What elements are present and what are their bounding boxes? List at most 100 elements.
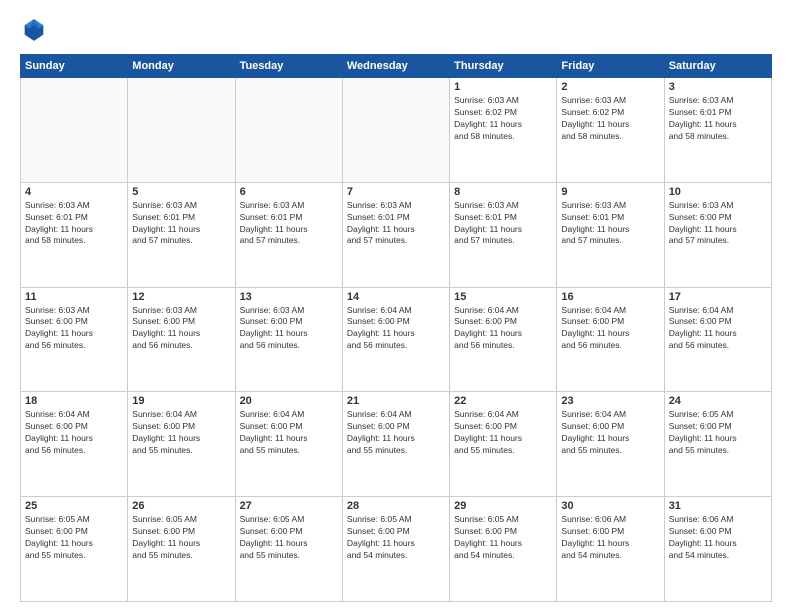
day-number: 1 — [454, 81, 552, 93]
day-cell: 16 Sunrise: 6:04 AMSunset: 6:00 PMDayligh… — [557, 287, 664, 392]
calendar-table: SundayMondayTuesdayWednesdayThursdayFrid… — [20, 54, 772, 602]
day-cell: 4Sunrise: 6:03 AMSunset: 6:01 PMDaylight… — [21, 182, 128, 287]
day-number: 5 — [132, 186, 230, 198]
day-cell: 14Sunrise: 6:04 AMSunset: 6:00 PMDayligh… — [342, 287, 449, 392]
day-info: Sunrise: 6:04 AMSunset: 6:00 PMDaylight:… — [669, 305, 767, 353]
day-number: 8 — [454, 186, 552, 198]
day-info: Sunrise: 6:05 AMSunset: 6:00 PMDaylight:… — [454, 514, 552, 562]
day-cell: 25 Sunrise: 6:05 AMSunset: 6:00 PMDayligh… — [21, 497, 128, 602]
weekday-header-tuesday: Tuesday — [235, 55, 342, 78]
day-cell: 31 Sunrise: 6:06 AMSunset: 6:00 PMDayligh… — [664, 497, 771, 602]
week-row-2: 4Sunrise: 6:03 AMSunset: 6:01 PMDaylight… — [21, 182, 772, 287]
day-info: Sunrise: 6:04 AMSunset: 6:00 PMDaylight:… — [454, 305, 552, 353]
day-cell: 1 Sunrise: 6:03 AMSunset: 6:02 PMDaylight… — [450, 78, 557, 183]
day-info: Sunrise: 6:05 AMSunset: 6:00 PMDaylight:… — [669, 409, 767, 457]
day-number: 31 — [669, 500, 767, 512]
day-info: Sunrise: 6:03 AMSunset: 6:00 PMDaylight:… — [240, 305, 338, 353]
day-info: Sunrise: 6:03 AMSunset: 6:00 PMDaylight:… — [669, 200, 767, 248]
day-info: Sunrise: 6:05 AMSunset: 6:00 PMDaylight:… — [240, 514, 338, 562]
day-cell: 9 Sunrise: 6:03 AMSunset: 6:01 PMDaylight… — [557, 182, 664, 287]
day-info: Sunrise: 6:05 AMSunset: 6:00 PMDaylight:… — [132, 514, 230, 562]
day-cell: 30Sunrise: 6:06 AMSunset: 6:00 PMDayligh… — [557, 497, 664, 602]
weekday-header-friday: Friday — [557, 55, 664, 78]
day-cell: 12 Sunrise: 6:03 AMSunset: 6:00 PMDayligh… — [128, 287, 235, 392]
day-info: Sunrise: 6:03 AMSunset: 6:00 PMDaylight:… — [25, 305, 123, 353]
day-number: 27 — [240, 500, 338, 512]
day-number: 23 — [561, 395, 659, 407]
day-info: Sunrise: 6:03 AMSunset: 6:00 PMDaylight:… — [132, 305, 230, 353]
logo — [20, 16, 52, 44]
day-number: 6 — [240, 186, 338, 198]
day-cell: 24 Sunrise: 6:05 AMSunset: 6:00 PMDayligh… — [664, 392, 771, 497]
day-cell: 22Sunrise: 6:04 AMSunset: 6:00 PMDayligh… — [450, 392, 557, 497]
day-cell — [342, 78, 449, 183]
day-info: Sunrise: 6:04 AMSunset: 6:00 PMDaylight:… — [132, 409, 230, 457]
day-cell: 28 Sunrise: 6:05 AMSunset: 6:00 PMDayligh… — [342, 497, 449, 602]
day-cell: 13 Sunrise: 6:03 AMSunset: 6:00 PMDayligh… — [235, 287, 342, 392]
day-cell: 20 Sunrise: 6:04 AMSunset: 6:00 PMDayligh… — [235, 392, 342, 497]
day-cell: 17 Sunrise: 6:04 AMSunset: 6:00 PMDayligh… — [664, 287, 771, 392]
day-cell: 7Sunrise: 6:03 AMSunset: 6:01 PMDaylight… — [342, 182, 449, 287]
day-number: 28 — [347, 500, 445, 512]
day-number: 19 — [132, 395, 230, 407]
day-cell: 5 Sunrise: 6:03 AMSunset: 6:01 PMDaylight… — [128, 182, 235, 287]
day-number: 16 — [561, 291, 659, 303]
day-info: Sunrise: 6:03 AMSunset: 6:01 PMDaylight:… — [347, 200, 445, 248]
weekday-header-sunday: Sunday — [21, 55, 128, 78]
day-info: Sunrise: 6:03 AMSunset: 6:01 PMDaylight:… — [240, 200, 338, 248]
day-number: 10 — [669, 186, 767, 198]
week-row-3: 11 Sunrise: 6:03 AMSunset: 6:00 PMDayligh… — [21, 287, 772, 392]
day-cell: 3Sunrise: 6:03 AMSunset: 6:01 PMDaylight… — [664, 78, 771, 183]
day-number: 9 — [561, 186, 659, 198]
day-cell — [21, 78, 128, 183]
day-info: Sunrise: 6:05 AMSunset: 6:00 PMDaylight:… — [347, 514, 445, 562]
day-cell: 27 Sunrise: 6:05 AMSunset: 6:00 PMDayligh… — [235, 497, 342, 602]
day-info: Sunrise: 6:05 AMSunset: 6:00 PMDaylight:… — [25, 514, 123, 562]
weekday-header-thursday: Thursday — [450, 55, 557, 78]
day-number: 2 — [561, 81, 659, 93]
weekday-header-wednesday: Wednesday — [342, 55, 449, 78]
day-info: Sunrise: 6:03 AMSunset: 6:01 PMDaylight:… — [669, 95, 767, 143]
day-cell: 19 Sunrise: 6:04 AMSunset: 6:00 PMDayligh… — [128, 392, 235, 497]
day-info: Sunrise: 6:03 AMSunset: 6:02 PMDaylight:… — [454, 95, 552, 143]
day-cell: 21 Sunrise: 6:04 AMSunset: 6:00 PMDayligh… — [342, 392, 449, 497]
header — [20, 16, 772, 44]
day-number: 13 — [240, 291, 338, 303]
week-row-1: 1 Sunrise: 6:03 AMSunset: 6:02 PMDaylight… — [21, 78, 772, 183]
day-cell: 6 Sunrise: 6:03 AMSunset: 6:01 PMDaylight… — [235, 182, 342, 287]
day-info: Sunrise: 6:03 AMSunset: 6:02 PMDaylight:… — [561, 95, 659, 143]
day-cell: 11 Sunrise: 6:03 AMSunset: 6:00 PMDayligh… — [21, 287, 128, 392]
day-number: 12 — [132, 291, 230, 303]
day-cell: 29Sunrise: 6:05 AMSunset: 6:00 PMDayligh… — [450, 497, 557, 602]
weekday-header-saturday: Saturday — [664, 55, 771, 78]
weekday-header-row: SundayMondayTuesdayWednesdayThursdayFrid… — [21, 55, 772, 78]
day-number: 11 — [25, 291, 123, 303]
day-cell — [128, 78, 235, 183]
week-row-4: 18 Sunrise: 6:04 AMSunset: 6:00 PMDayligh… — [21, 392, 772, 497]
day-info: Sunrise: 6:04 AMSunset: 6:00 PMDaylight:… — [25, 409, 123, 457]
day-info: Sunrise: 6:04 AMSunset: 6:00 PMDaylight:… — [240, 409, 338, 457]
day-info: Sunrise: 6:04 AMSunset: 6:00 PMDaylight:… — [454, 409, 552, 457]
day-info: Sunrise: 6:03 AMSunset: 6:01 PMDaylight:… — [132, 200, 230, 248]
day-number: 25 — [25, 500, 123, 512]
day-number: 24 — [669, 395, 767, 407]
day-info: Sunrise: 6:04 AMSunset: 6:00 PMDaylight:… — [347, 409, 445, 457]
day-number: 21 — [347, 395, 445, 407]
day-info: Sunrise: 6:04 AMSunset: 6:00 PMDaylight:… — [561, 305, 659, 353]
day-info: Sunrise: 6:03 AMSunset: 6:01 PMDaylight:… — [25, 200, 123, 248]
day-info: Sunrise: 6:06 AMSunset: 6:00 PMDaylight:… — [561, 514, 659, 562]
logo-icon — [20, 16, 48, 44]
day-cell: 2 Sunrise: 6:03 AMSunset: 6:02 PMDaylight… — [557, 78, 664, 183]
day-info: Sunrise: 6:03 AMSunset: 6:01 PMDaylight:… — [561, 200, 659, 248]
day-number: 26 — [132, 500, 230, 512]
day-info: Sunrise: 6:06 AMSunset: 6:00 PMDaylight:… — [669, 514, 767, 562]
day-cell: 26 Sunrise: 6:05 AMSunset: 6:00 PMDayligh… — [128, 497, 235, 602]
weekday-header-monday: Monday — [128, 55, 235, 78]
day-number: 18 — [25, 395, 123, 407]
day-number: 17 — [669, 291, 767, 303]
day-cell: 18 Sunrise: 6:04 AMSunset: 6:00 PMDayligh… — [21, 392, 128, 497]
day-number: 20 — [240, 395, 338, 407]
day-number: 14 — [347, 291, 445, 303]
day-cell: 15Sunrise: 6:04 AMSunset: 6:00 PMDayligh… — [450, 287, 557, 392]
day-cell: 10 Sunrise: 6:03 AMSunset: 6:00 PMDayligh… — [664, 182, 771, 287]
